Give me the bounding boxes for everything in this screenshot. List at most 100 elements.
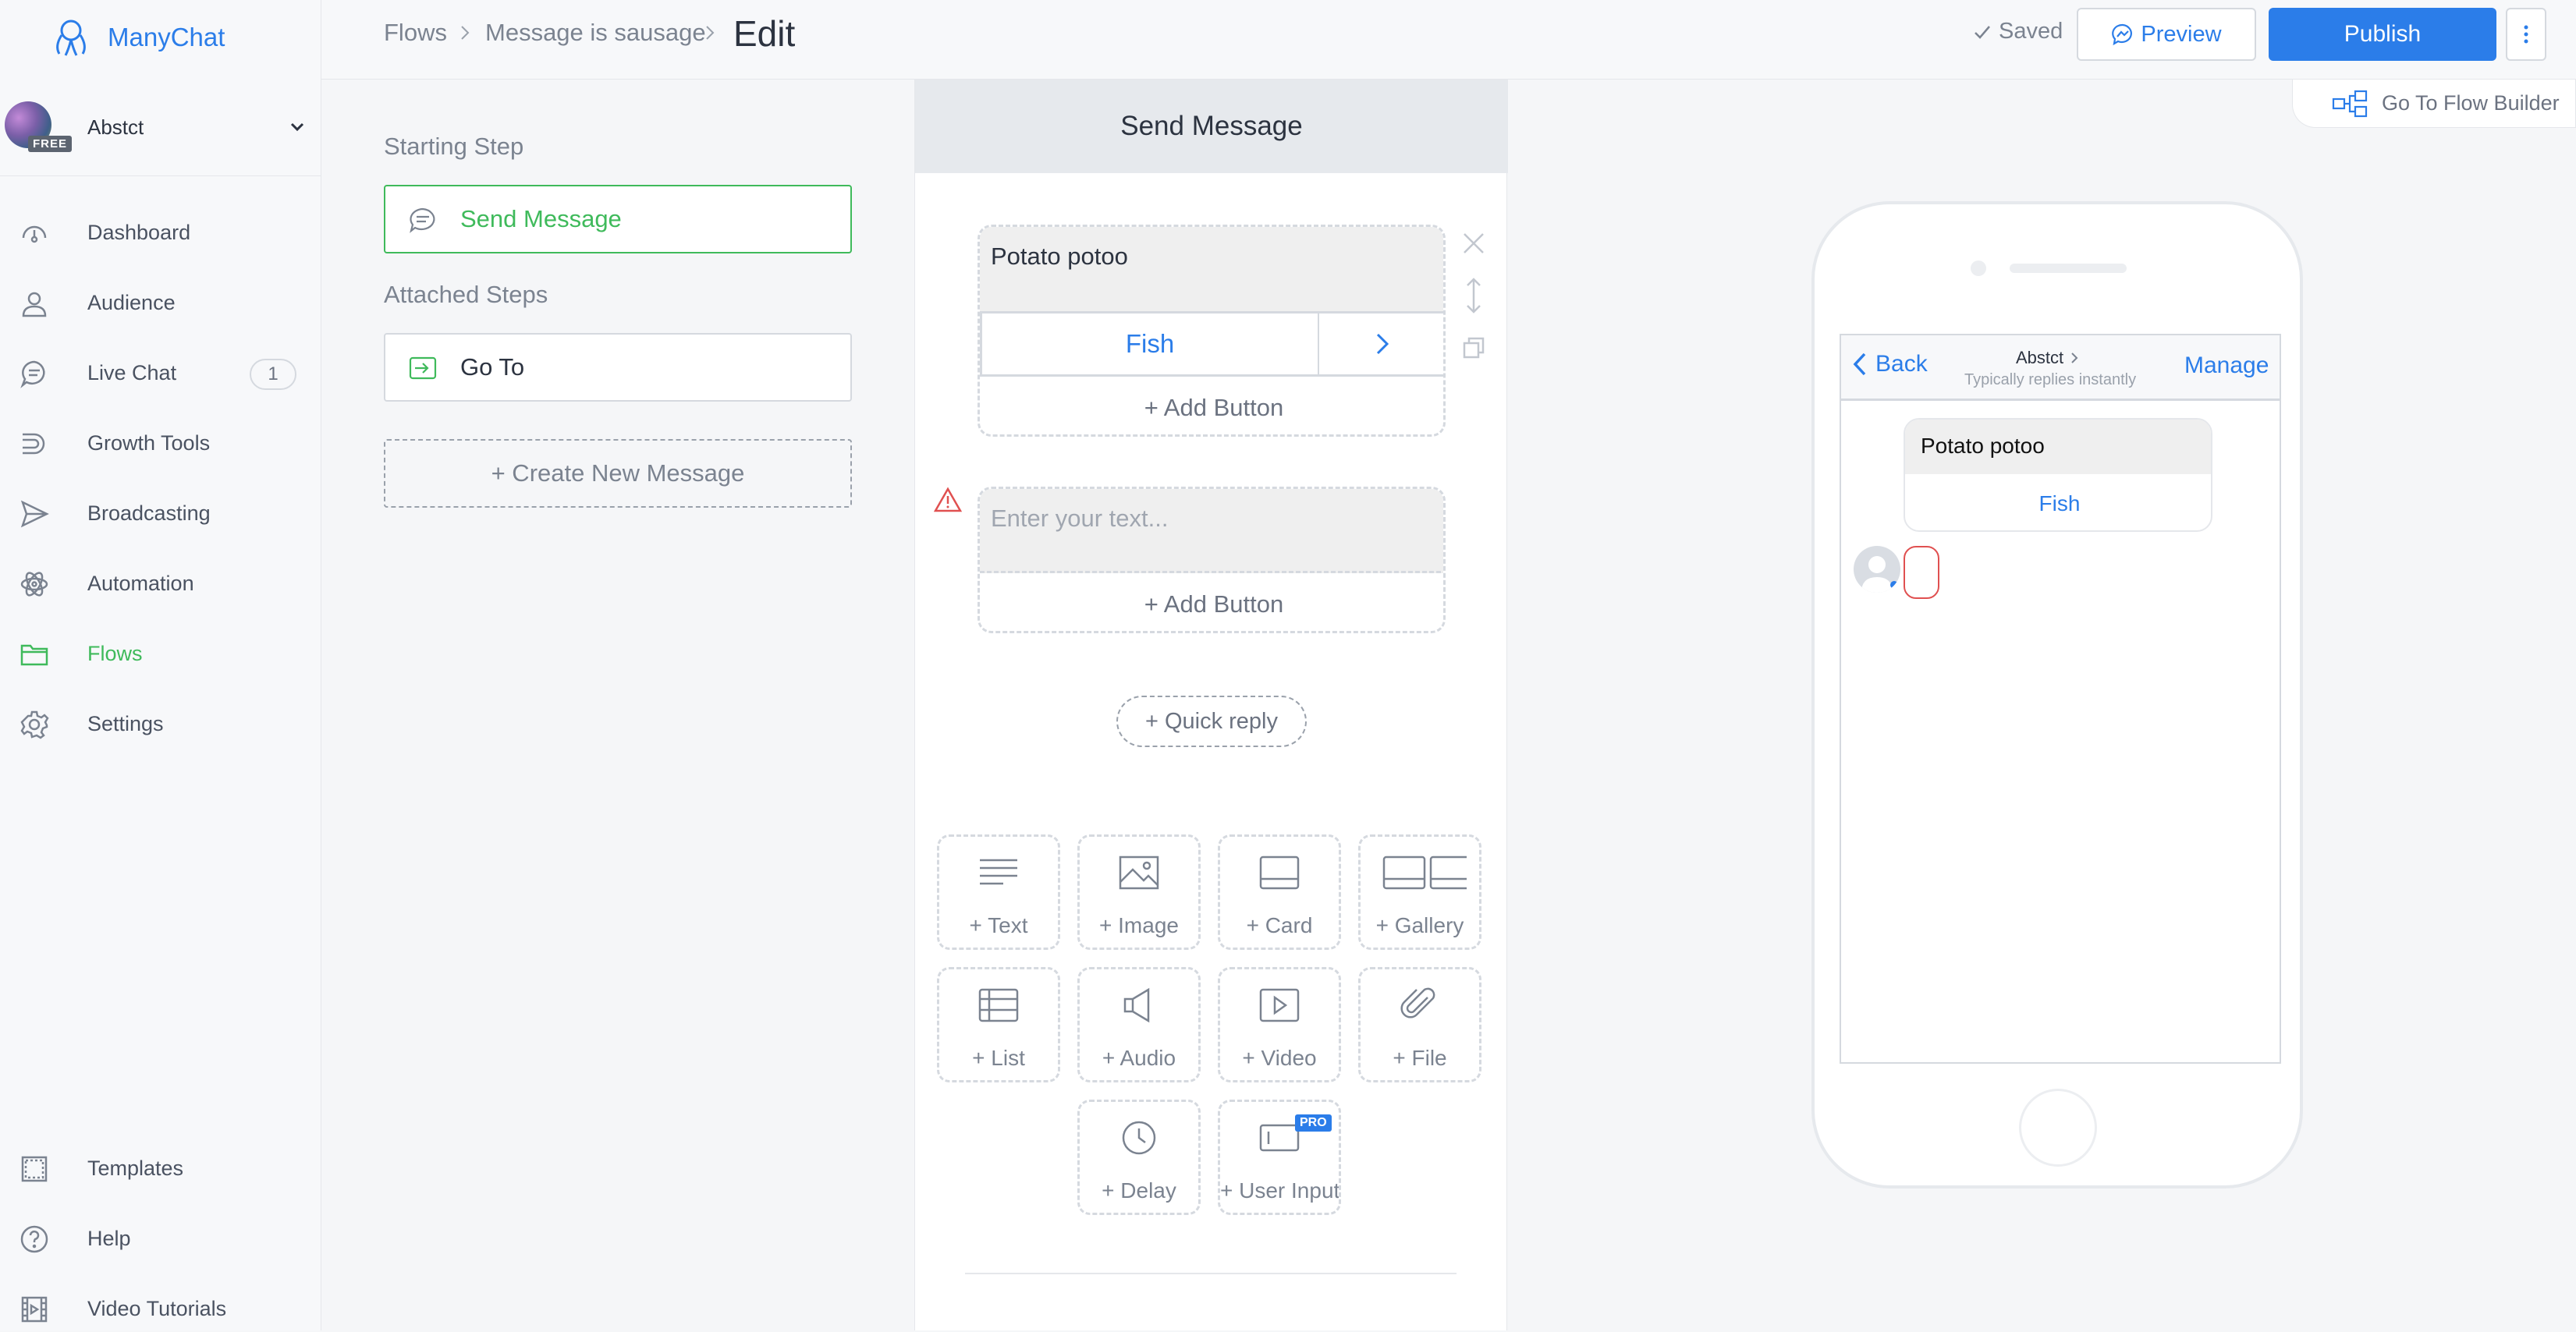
add-button[interactable]: + Add Button — [980, 377, 1443, 434]
add-audio-tile[interactable]: + Audio — [1077, 967, 1201, 1082]
sidebar-item-label: Flows — [87, 641, 143, 665]
step-label: Go To — [460, 353, 525, 381]
breadcrumb-flows[interactable]: Flows — [384, 19, 447, 47]
add-gallery-tile[interactable]: + Gallery — [1358, 834, 1481, 950]
back-button[interactable]: Back — [1852, 351, 1928, 377]
preview-label: Preview — [2141, 21, 2222, 47]
step-label: Send Message — [460, 205, 622, 232]
quick-reply-button[interactable]: + Quick reply — [1116, 696, 1307, 747]
sidebar-item-live-chat[interactable]: Live Chat 1 — [0, 349, 321, 396]
account-switcher[interactable]: FREE Abstct — [0, 80, 321, 176]
duplicate-icon[interactable] — [1460, 334, 1488, 362]
chat-icon — [20, 360, 45, 388]
tile-label: + Card — [1246, 913, 1313, 937]
publish-button[interactable]: Publish — [2269, 8, 2496, 61]
audio-icon — [1123, 987, 1150, 1023]
tile-label: + User Input — [1220, 1178, 1340, 1203]
create-new-message-button[interactable]: + Create New Message — [384, 439, 852, 508]
folder-icon — [20, 644, 48, 666]
dashboard-icon — [22, 225, 47, 243]
gear-icon — [20, 710, 49, 739]
atom-icon — [20, 572, 48, 597]
sidebar-item-flows[interactable]: Flows — [0, 630, 321, 677]
text-icon — [980, 859, 1017, 885]
sidebar-item-video-tutorials[interactable]: Video Tutorials — [0, 1285, 321, 1332]
user-silhouette-icon — [1861, 556, 1898, 593]
manage-button[interactable]: Manage — [2184, 352, 2269, 379]
add-text-tile[interactable]: + Text — [937, 834, 1060, 950]
breadcrumb-flow-name[interactable]: Message is sausage — [485, 19, 706, 47]
tile-label: + Image — [1099, 913, 1179, 937]
more-vertical-icon — [2524, 25, 2528, 44]
chevron-right-icon — [706, 26, 715, 40]
manychat-logo[interactable]: ManyChat — [48, 11, 225, 64]
message-button[interactable]: Fish — [980, 311, 1443, 377]
sidebar-item-settings[interactable]: Settings — [0, 700, 321, 747]
chevron-left-icon — [1853, 352, 1866, 376]
check-icon — [1975, 25, 1990, 39]
sidebar-item-label: Help — [87, 1226, 131, 1250]
message-editor: Send Message Potato potoo Fish + Add But… — [914, 80, 1508, 1330]
divider — [965, 1273, 1457, 1274]
template-icon — [21, 1156, 48, 1182]
card-icon — [1259, 856, 1300, 890]
attached-steps-heading: Attached Steps — [384, 281, 548, 308]
sidebar-item-automation[interactable]: Automation — [0, 560, 321, 607]
close-icon[interactable] — [1460, 229, 1488, 257]
magnet-icon — [23, 433, 45, 455]
gallery-icon — [1382, 856, 1467, 890]
sidebar: ManyChat FREE Abstct Dashboard Audience … — [0, 0, 321, 1330]
send-icon — [20, 500, 49, 528]
add-button[interactable]: + Add Button — [980, 573, 1443, 631]
film-icon — [21, 1296, 48, 1323]
attached-step-go-to[interactable]: Go To — [384, 333, 852, 402]
message-text[interactable]: Potato potoo — [980, 227, 1443, 311]
preview-button[interactable]: Preview — [2077, 8, 2256, 61]
add-video-tile[interactable]: + Video — [1218, 967, 1341, 1082]
sidebar-item-label: Video Tutorials — [87, 1296, 227, 1320]
message-text-input[interactable]: Enter your text... — [980, 489, 1443, 573]
preview-message-text: Potato potoo — [1905, 420, 2211, 474]
chevron-right-icon — [1376, 333, 1389, 355]
tile-label: + File — [1393, 1046, 1447, 1070]
sidebar-item-label: Growth Tools — [87, 430, 211, 455]
bot-avatar — [1854, 546, 1900, 593]
add-image-tile[interactable]: + Image — [1077, 834, 1201, 950]
more-options-button[interactable] — [2506, 8, 2546, 61]
add-delay-tile[interactable]: + Delay — [1077, 1100, 1201, 1215]
message-button-action[interactable] — [1319, 314, 1443, 374]
message-icon — [410, 207, 435, 233]
starting-step-heading: Starting Step — [384, 133, 524, 160]
sidebar-item-templates[interactable]: Templates — [0, 1145, 321, 1192]
add-list-tile[interactable]: + List — [937, 967, 1060, 1082]
page-name[interactable]: Abstct — [2016, 348, 2079, 368]
message-button-label[interactable]: Fish — [982, 314, 1319, 374]
sidebar-item-label: Broadcasting — [87, 501, 211, 525]
tile-label: + Audio — [1102, 1046, 1176, 1070]
chevron-down-icon — [290, 122, 304, 132]
add-card-tile[interactable]: + Card — [1218, 834, 1341, 950]
sidebar-item-label: Templates — [87, 1156, 184, 1180]
back-label: Back — [1875, 351, 1928, 377]
preview-message-button[interactable]: Fish — [1905, 474, 2211, 530]
sidebar-item-growth-tools[interactable]: Growth Tools — [0, 420, 321, 466]
sidebar-item-broadcasting[interactable]: Broadcasting — [0, 490, 321, 537]
top-bar: Flows Message is sausage Edit Saved Prev… — [321, 0, 2576, 80]
phone-screen: Back Abstct Typically replies instantly … — [1840, 334, 2281, 1064]
tile-label: + List — [972, 1046, 1025, 1070]
sidebar-item-audience[interactable]: Audience — [0, 279, 321, 326]
flow-builder-icon — [2332, 90, 2368, 117]
paperclip-icon — [1400, 987, 1435, 1018]
tile-label: + Video — [1242, 1046, 1317, 1070]
sidebar-item-help[interactable]: Help — [0, 1215, 321, 1262]
image-icon — [1119, 856, 1159, 890]
go-to-flow-builder-button[interactable]: Go To Flow Builder — [2292, 80, 2576, 128]
add-user-input-tile[interactable]: PRO + User Input — [1218, 1100, 1341, 1215]
sidebar-item-label: Dashboard — [87, 220, 191, 244]
sidebar-item-dashboard[interactable]: Dashboard — [0, 209, 321, 256]
editor-title: Send Message — [915, 80, 1508, 173]
move-icon[interactable] — [1460, 276, 1488, 315]
add-file-tile[interactable]: + File — [1358, 967, 1481, 1082]
starting-step-send-message[interactable]: Send Message — [384, 185, 852, 253]
empty-message-bubble — [1904, 546, 1939, 599]
